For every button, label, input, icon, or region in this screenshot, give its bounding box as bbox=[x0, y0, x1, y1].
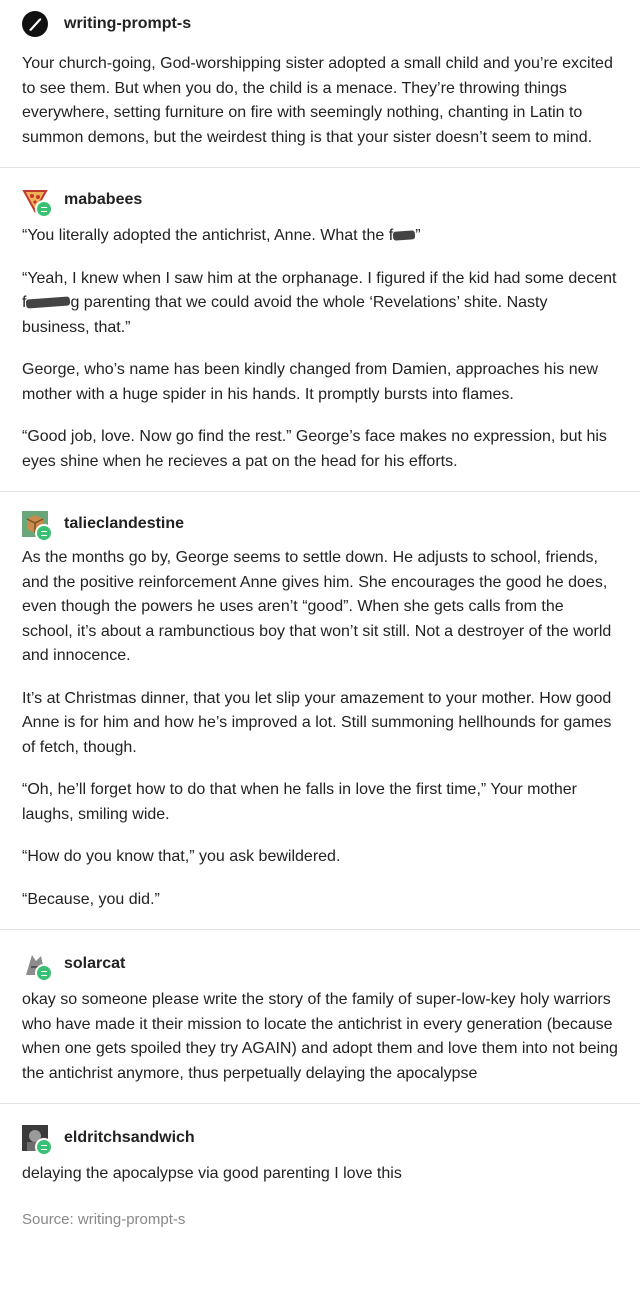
username[interactable]: talieclandestine bbox=[64, 515, 184, 533]
verified-badge-icon bbox=[35, 200, 53, 218]
post-text: “How do you know that,” you ask bewilder… bbox=[22, 848, 341, 865]
post-text: okay so someone please write the story o… bbox=[22, 991, 618, 1082]
post-writing-prompt-s: writing-prompt-s Your church-going, God-… bbox=[0, 0, 640, 150]
post-text: It’s at Christmas dinner, that you let s… bbox=[22, 689, 612, 756]
post-mababees: mababees “You literally adopted the anti… bbox=[0, 168, 640, 474]
post-text: “Yeah, I knew when I saw him at the orph… bbox=[22, 267, 618, 341]
username[interactable]: writing-prompt-s bbox=[64, 15, 191, 33]
post-text: “Oh, he’ll forget how to do that when he… bbox=[22, 781, 577, 823]
username[interactable]: mababees bbox=[64, 191, 142, 209]
verified-badge-icon bbox=[35, 964, 53, 982]
redaction-scribble bbox=[26, 296, 71, 309]
text-fragment: “You literally adopted the antichrist, A… bbox=[22, 227, 394, 244]
post-text: Your church-going, God-worshipping siste… bbox=[22, 55, 613, 146]
redaction-scribble bbox=[392, 230, 416, 242]
post-eldritchsandwich: eldritchsandwich delaying the apocalypse… bbox=[0, 1104, 640, 1228]
post-text: “You literally adopted the antichrist, A… bbox=[22, 224, 618, 249]
post-solarcat: solarcat okay so someone please write th… bbox=[0, 930, 640, 1086]
username[interactable]: solarcat bbox=[64, 955, 125, 973]
post-text: As the months go by, George seems to set… bbox=[22, 549, 612, 664]
post-text: “Good job, love. Now go find the rest.” … bbox=[22, 428, 607, 470]
pizza-slice-icon[interactable] bbox=[22, 187, 53, 218]
post-header: writing-prompt-s bbox=[22, 2, 618, 46]
verified-badge-icon bbox=[35, 1138, 53, 1156]
text-fragment: ” bbox=[415, 227, 421, 244]
post-text: delaying the apocalypse via good parenti… bbox=[22, 1165, 402, 1182]
post-text: George, who’s name has been kindly chang… bbox=[22, 361, 599, 403]
post-header: eldritchsandwich bbox=[22, 1116, 618, 1160]
post-talieclandestine: talieclandestine As the months go by, Ge… bbox=[0, 492, 640, 912]
text-fragment: g parenting that we could avoid the whol… bbox=[22, 294, 548, 336]
source-link[interactable]: Source: writing-prompt-s bbox=[22, 1211, 618, 1228]
photo-avatar-icon[interactable] bbox=[22, 1125, 53, 1156]
username[interactable]: eldritchsandwich bbox=[64, 1129, 195, 1147]
verified-badge-icon bbox=[35, 524, 53, 542]
post-header: talieclandestine bbox=[22, 502, 618, 546]
post-header: solarcat bbox=[22, 942, 618, 986]
post-text: “Because, you did.” bbox=[22, 890, 160, 908]
post-header: mababees bbox=[22, 178, 618, 222]
feather-quill-icon[interactable] bbox=[22, 11, 48, 37]
cat-icon[interactable] bbox=[22, 951, 53, 982]
cube-icon[interactable] bbox=[22, 511, 53, 542]
